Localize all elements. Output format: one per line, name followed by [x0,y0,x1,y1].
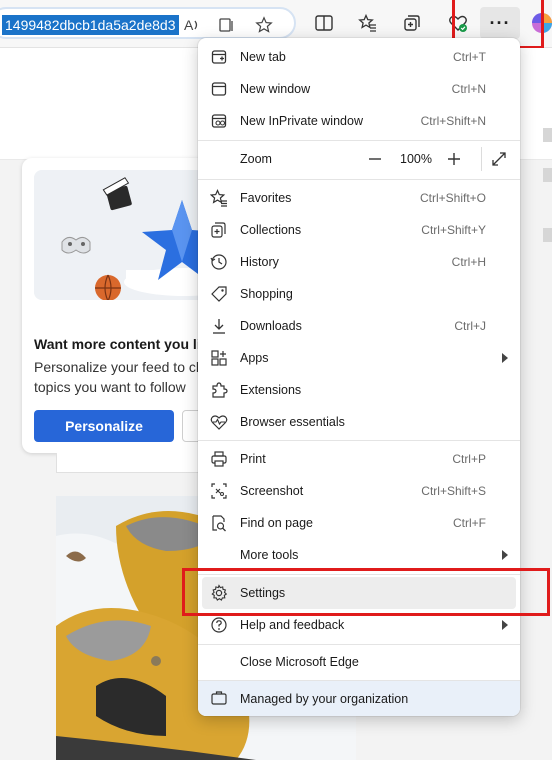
card-stub [56,453,202,473]
menu-item-label: Managed by your organization [240,691,409,706]
inprivate-icon [210,112,228,130]
menu-item-label: Extensions [240,383,302,397]
history-icon [210,253,228,271]
menu-item-new-window[interactable]: New window Ctrl+N [198,73,520,105]
find-icon [210,514,228,532]
menu-item-shopping[interactable]: Shopping [198,278,520,310]
menu-item-label: Downloads [240,319,302,333]
personalize-button[interactable]: Personalize [34,410,174,442]
menu-item-shortcut: Ctrl+F [453,516,486,530]
menu-divider [198,140,520,141]
menu-item-new-tab[interactable]: New tab Ctrl+T [198,41,520,73]
read-aloud-icon[interactable]: A [182,15,202,35]
submenu-arrow-icon [502,353,508,363]
menu-item-zoom: Zoom 100% [198,143,520,175]
menu-item-more-tools[interactable]: More tools [198,539,520,571]
favorite-star-icon[interactable] [254,15,274,35]
menu-item-label: Apps [240,351,269,365]
heart-pulse-icon [210,413,228,431]
screenshot-icon [210,482,228,500]
menu-item-shortcut: Ctrl+N [451,82,486,96]
immersive-reader-icon[interactable] [217,15,237,35]
menu-divider [198,179,520,180]
svg-text:A: A [184,17,194,33]
menu-item-label: Help and feedback [240,618,345,632]
menu-item-shortcut: Ctrl+Shift+Y [421,223,486,237]
zoom-value: 100% [400,152,432,166]
menu-item-new-inprivate-window[interactable]: New InPrivate window Ctrl+Shift+N [198,105,520,137]
card-illustration [34,170,222,300]
menu-item-collections[interactable]: Collections Ctrl+Shift+Y [198,214,520,246]
new-window-icon [210,80,228,98]
new-tab-icon [210,48,228,66]
menu-divider [198,644,520,645]
print-icon [210,450,228,468]
briefcase-icon [210,689,228,707]
menu-item-label: History [240,255,279,269]
collections-icon [210,221,228,239]
menu-item-label: Collections [240,223,302,237]
favorites-icon [210,189,228,207]
menu-item-find-on-page[interactable]: Find on page Ctrl+F [198,507,520,539]
menu-item-shortcut: Ctrl+Shift+N [420,114,486,128]
menu-item-print[interactable]: Print Ctrl+P [198,443,520,475]
menu-item-label: Favorites [240,191,292,205]
menu-item-label: Shopping [240,287,293,301]
favorites-toolbar-icon[interactable] [354,9,382,37]
shopping-tag-icon [210,285,228,303]
menu-item-close-microsoft-edge[interactable]: Close Microsoft Edge [198,646,520,678]
menu-item-shortcut: Ctrl+H [451,255,486,269]
download-icon [210,317,228,335]
menu-item-label: New InPrivate window [240,114,363,128]
menu-item-label: Browser essentials [240,415,345,429]
menu-item-label: More tools [240,548,299,562]
split-screen-icon[interactable] [310,9,338,37]
help-icon [210,616,228,634]
address-text[interactable]: 1499482dbcb1da5a2de8d3 [2,15,179,35]
fullscreen-icon[interactable] [486,146,512,172]
menu-item-shortcut: Ctrl+T [453,50,486,64]
settings-highlight [182,568,550,616]
card-heading: Want more content you li [34,336,201,352]
menu-divider [198,440,520,441]
submenu-arrow-icon [502,550,508,560]
zoom-out-button[interactable] [362,146,388,172]
menu-item-label: New window [240,82,311,96]
menu-item-label: New tab [240,50,286,64]
collections-toolbar-icon[interactable] [398,9,426,37]
zoom-label: Zoom [240,152,272,166]
card-subtext-line2: topics you want to follow [34,379,186,395]
menu-item-label: Find on page [240,516,313,530]
apps-icon [210,349,228,367]
submenu-arrow-icon [502,620,508,630]
menu-item-shortcut: Ctrl+Shift+S [421,484,486,498]
menu-item-screenshot[interactable]: Screenshot Ctrl+Shift+S [198,475,520,507]
menu-item-shortcut: Ctrl+P [452,452,486,466]
menu-item-browser-essentials[interactable]: Browser essentials [198,406,520,438]
zoom-in-button[interactable] [441,146,467,172]
menu-item-history[interactable]: History Ctrl+H [198,246,520,278]
menu-item-shortcut: Ctrl+Shift+O [419,191,486,205]
menu-item-extensions[interactable]: Extensions [198,374,520,406]
menu-item-managed-by-organization[interactable]: Managed by your organization [198,681,520,716]
address-bar[interactable]: 1499482dbcb1da5a2de8d3 A [0,7,296,39]
extensions-icon [210,381,228,399]
card-subtext-line1: Personalize your feed to ch [34,359,204,375]
menu-item-label: Print [240,452,266,466]
menu-item-favorites[interactable]: Favorites Ctrl+Shift+O [198,182,520,214]
menu-item-label: Close Microsoft Edge [240,655,359,669]
menu-item-shortcut: Ctrl+J [454,319,486,333]
menu-item-downloads[interactable]: Downloads Ctrl+J [198,310,520,342]
menu-item-apps[interactable]: Apps [198,342,520,374]
zoom-divider [481,147,482,171]
personalize-card: Want more content you li Personalize you… [22,158,222,453]
page-scroll-edge [540,48,552,760]
menu-item-label: Screenshot [240,484,304,498]
